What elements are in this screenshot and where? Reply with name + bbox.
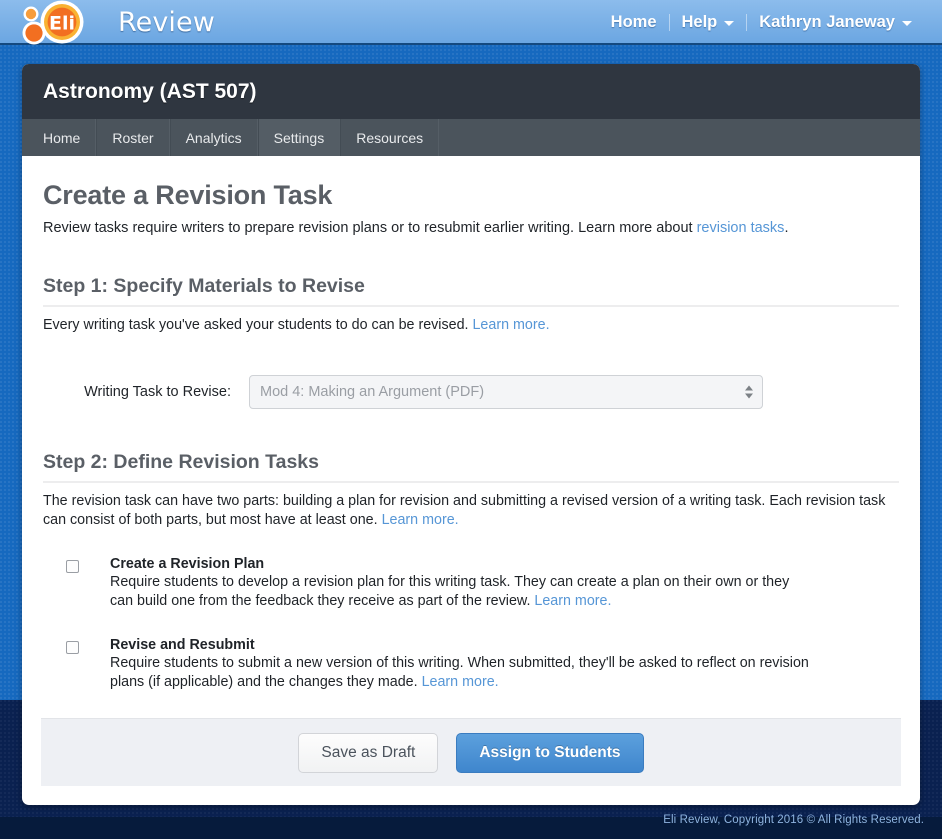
arrow-down-icon [745,393,753,399]
step1-heading: Step 1: Specify Materials to Revise [43,275,899,307]
nav-item-account[interactable]: Kathryn Janeway [747,13,924,32]
tab-analytics[interactable]: Analytics [169,119,258,156]
page-lead-text: Review tasks require writers to prepare … [43,220,697,236]
tab-resources[interactable]: Resources [340,119,440,156]
page-lead-tail: . [784,220,789,236]
page-title: Create a Revision Task [43,180,333,210]
step1-learn-more-link[interactable]: Learn more. [472,317,549,333]
up-down-stepper-icon [745,385,753,399]
svg-text:Eli: Eli [49,13,75,35]
tab-home-label: Home [43,129,81,146]
tab-settings[interactable]: Settings [257,119,341,156]
option-body: Revise and Resubmit Require students to … [110,637,810,692]
copyright-text: Eli Review, Copyright 2016 © All Rights … [663,814,924,826]
revise-and-resubmit-learn-more-link[interactable]: Learn more. [422,674,499,690]
nav-item-help-label: Help [681,13,718,31]
page-content: Create a Revision Task Review tasks requ… [22,156,920,730]
save-as-draft-button[interactable]: Save as Draft [298,732,439,773]
chevron-down-icon [902,21,912,26]
arrow-up-icon [745,385,753,391]
course-header: Astronomy (AST 507) [22,64,920,119]
tab-resources-label: Resources [356,129,424,146]
tab-home[interactable]: Home [22,119,97,156]
option-create-revision-plan: Create a Revision Plan Require students … [43,556,899,611]
option-body: Create a Revision Plan Require students … [110,556,810,611]
step2-subtext: The revision task can have two parts: bu… [43,492,899,531]
main-panel: Astronomy (AST 507) Home Roster Analytic… [22,64,920,805]
create-revision-plan-description: Require students to develop a revision p… [110,573,810,611]
nav-item-account-label: Kathryn Janeway [759,13,895,31]
create-revision-plan-checkbox[interactable] [66,560,79,574]
page-lead: Review tasks require writers to prepare … [43,219,899,239]
chevron-down-icon [724,21,735,26]
brand-logo[interactable]: Eli Review [18,0,215,45]
course-title: Astronomy (AST 507) [43,79,257,103]
writing-task-row: Writing Task to Revise: Mod 4: Making an… [43,374,899,409]
step1-subtext-text: Every writing task you've asked your stu… [43,316,473,333]
revise-and-resubmit-description: Require students to submit a new version… [110,654,810,692]
course-tab-bar: Home Roster Analytics Settings Resources [22,119,920,156]
assign-to-students-button[interactable]: Assign to Students [456,732,644,773]
step2-heading: Step 2: Define Revision Tasks [43,451,899,483]
revise-and-resubmit-checkbox[interactable] [66,641,79,655]
nav-item-help[interactable]: Help [670,13,747,32]
action-bar: Save as Draft Assign to Students [41,718,901,786]
step2-learn-more-link[interactable]: Learn more. [382,512,459,528]
top-bar: Eli Review Home Help Kathryn Janeway [0,0,942,45]
writing-task-select[interactable]: Mod 4: Making an Argument (PDF) [249,374,763,409]
nav-item-home-label: Home [610,13,657,31]
tab-roster-label: Roster [112,129,154,146]
step1-subtext: Every writing task you've asked your stu… [43,316,899,335]
writing-task-select-value: Mod 4: Making an Argument (PDF) [260,383,485,400]
create-revision-plan-title: Create a Revision Plan [110,556,265,573]
eli-review-logo-icon: Eli [18,0,116,45]
brand-name: Review [118,7,215,38]
revise-and-resubmit-title: Revise and Resubmit [110,637,255,654]
top-navigation: Home Help Kathryn Janeway [599,0,924,45]
create-revision-plan-desc-text: Require students to develop a revision p… [110,574,790,610]
tab-analytics-label: Analytics [185,129,242,146]
nav-item-home[interactable]: Home [599,13,669,32]
step2-block: Step 2: Define Revision Tasks The revisi… [43,451,899,693]
tab-settings-label: Settings [273,129,325,146]
revision-tasks-link[interactable]: revision tasks [697,220,785,236]
writing-task-label: Writing Task to Revise: [84,383,231,400]
create-revision-plan-learn-more-link[interactable]: Learn more. [534,593,611,609]
tab-roster[interactable]: Roster [96,119,170,156]
option-revise-and-resubmit: Revise and Resubmit Require students to … [43,637,899,692]
step2-subtext-text: The revision task can have two parts: bu… [43,492,886,529]
